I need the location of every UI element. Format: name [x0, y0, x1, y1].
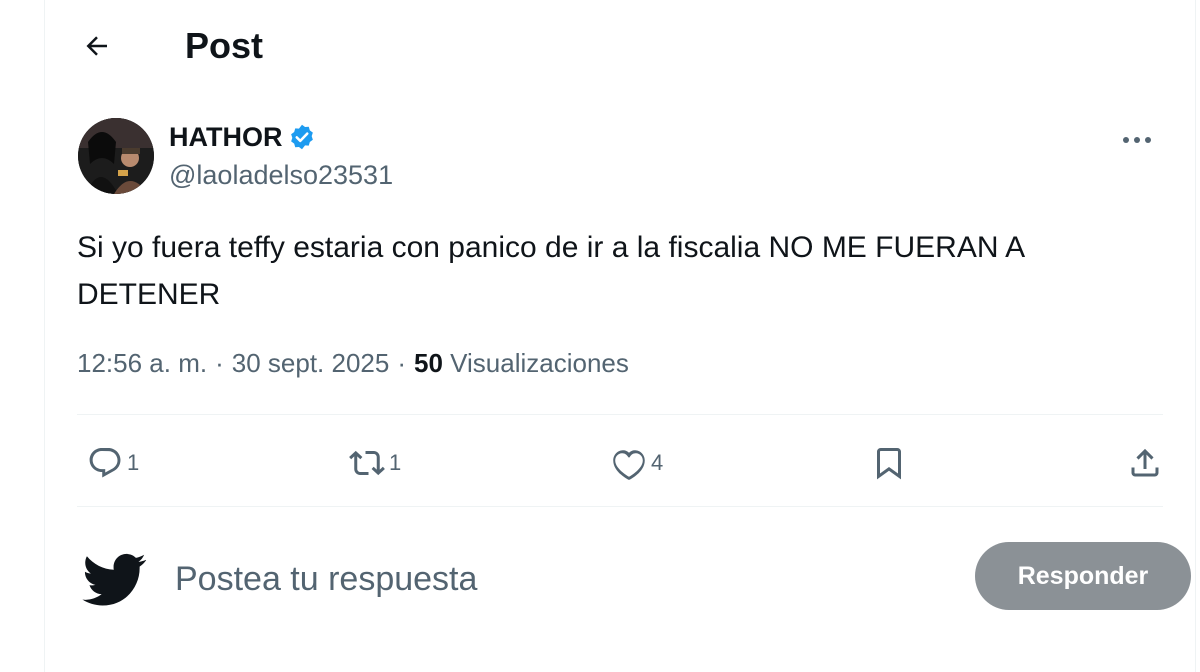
heart-icon — [613, 450, 645, 480]
post-detail-panel: Post HATHOR @laoladelso23531 Si yo fuera… — [44, 0, 1196, 672]
views-label: Visualizaciones — [450, 348, 629, 378]
like-action[interactable]: 4 — [611, 438, 663, 488]
post-meta: 12:56 a. m. · 30 sept. 2025 · 50 Visuali… — [77, 346, 629, 380]
reply-button[interactable]: Responder — [975, 542, 1191, 610]
share-action[interactable] — [1127, 438, 1163, 488]
action-bar: 1 1 4 — [77, 438, 1163, 488]
arrow-left-icon — [86, 36, 107, 56]
back-button[interactable] — [75, 24, 119, 68]
author-handle[interactable]: @laoladelso23531 — [169, 158, 393, 192]
bookmark-action[interactable] — [871, 438, 907, 488]
more-options-button[interactable] — [1115, 120, 1159, 160]
bookmark-icon — [877, 448, 901, 480]
divider — [77, 414, 1163, 415]
repost-action[interactable]: 1 — [349, 438, 401, 488]
reply-composer: Responder — [77, 540, 1191, 620]
twitter-bird-icon — [82, 553, 147, 606]
post-time[interactable]: 12:56 a. m. — [77, 346, 207, 380]
avatar[interactable] — [78, 118, 154, 194]
meta-separator: · — [215, 348, 224, 378]
divider — [77, 506, 1163, 507]
verified-badge-icon — [291, 124, 314, 150]
avatar-image — [78, 118, 154, 194]
page-title: Post — [185, 25, 264, 66]
repost-icon — [349, 450, 385, 476]
more-horizontal-icon — [1123, 137, 1151, 143]
repost-count: 1 — [389, 450, 402, 475]
like-count: 4 — [651, 450, 664, 475]
comment-icon — [89, 448, 121, 478]
views-count: 50 — [414, 348, 443, 378]
reply-action[interactable]: 1 — [87, 438, 139, 488]
share-icon — [1131, 448, 1159, 477]
reply-count: 1 — [127, 450, 140, 475]
post-date[interactable]: 30 sept. 2025 — [232, 346, 390, 380]
meta-separator: · — [397, 348, 406, 378]
reply-input[interactable] — [173, 550, 817, 608]
author-name[interactable]: HATHOR — [169, 120, 282, 154]
post-text: Si yo fuera teffy estaria con panico de … — [77, 231, 1024, 311]
header: Post — [45, 0, 1195, 92]
author-name-row[interactable]: HATHOR — [169, 120, 316, 154]
